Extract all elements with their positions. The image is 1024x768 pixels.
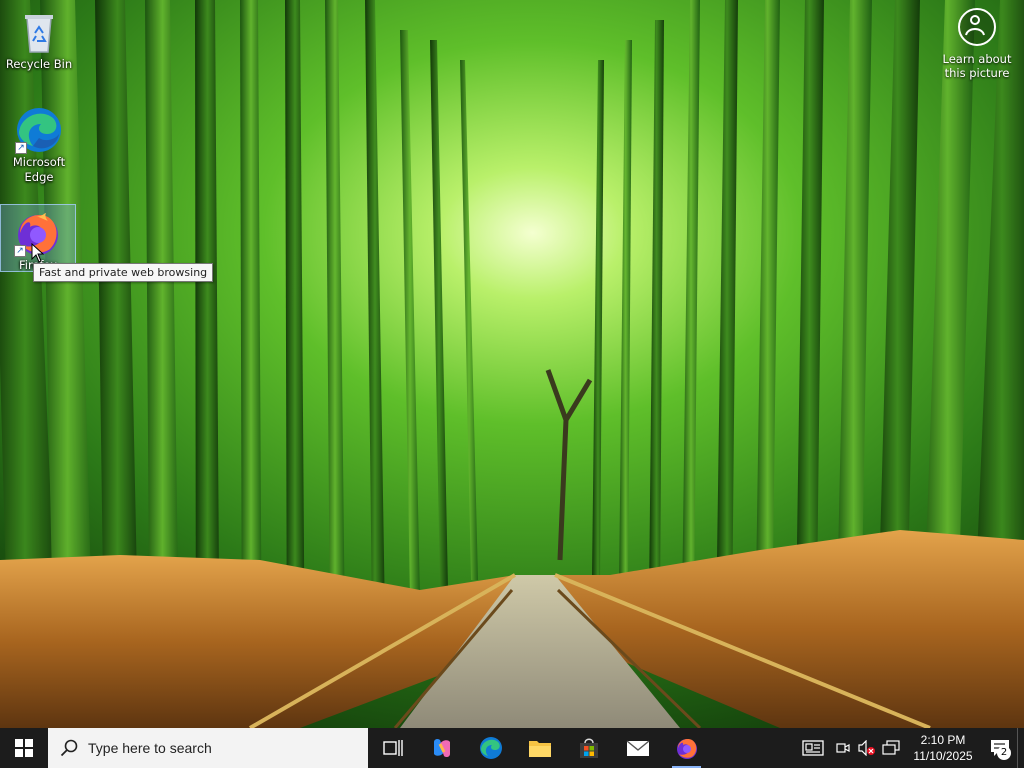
tooltip: Fast and private web browsing xyxy=(33,263,214,282)
folder-icon xyxy=(528,741,551,757)
volume-muted-icon xyxy=(858,740,875,756)
desktop-icon-recycle-bin[interactable]: Recycle Bin xyxy=(1,4,77,76)
network-button[interactable] xyxy=(879,728,903,768)
mail-button[interactable] xyxy=(613,728,662,768)
taskbar-firefox-button[interactable] xyxy=(662,728,711,768)
firefox-icon xyxy=(676,738,697,759)
edge-icon xyxy=(479,737,502,759)
learn-about-picture-button[interactable]: Learn about this picture xyxy=(936,8,1018,80)
task-view-icon xyxy=(382,740,403,756)
windows-logo-icon xyxy=(15,739,33,757)
camera-info-icon xyxy=(958,8,996,46)
microsoft-store-button[interactable] xyxy=(564,728,613,768)
action-center-button[interactable]: 2 xyxy=(983,728,1017,768)
start-button[interactable] xyxy=(0,728,48,768)
learn-about-picture-label: Learn about this picture xyxy=(942,52,1012,80)
recycle-bin-icon xyxy=(15,8,63,56)
clock-date: 11/10/2025 xyxy=(913,749,973,763)
taskbar-edge-button[interactable] xyxy=(466,728,515,768)
shortcut-arrow-icon: ↗ xyxy=(15,142,27,154)
camera-icon xyxy=(836,743,850,753)
volume-button[interactable] xyxy=(855,728,879,768)
desktop-icon-label: Recycle Bin xyxy=(5,57,73,71)
meet-now-button[interactable] xyxy=(831,728,855,768)
copilot-icon xyxy=(433,738,450,758)
taskbar-clock[interactable]: 2:10 PM 11/10/2025 xyxy=(903,732,983,764)
search-placeholder: Type here to search xyxy=(88,740,212,756)
task-view-button[interactable] xyxy=(368,728,417,768)
taskbar-search-box[interactable]: Type here to search xyxy=(48,728,368,768)
news-widget-button[interactable] xyxy=(795,728,831,768)
file-explorer-button[interactable] xyxy=(515,728,564,768)
shortcut-arrow-icon: ↗ xyxy=(14,245,26,257)
network-icon xyxy=(882,740,900,755)
system-tray: 2:10 PM 11/10/2025 2 xyxy=(795,728,1024,768)
mail-icon xyxy=(626,740,649,756)
search-icon xyxy=(60,739,78,757)
notification-count-badge: 2 xyxy=(997,746,1011,760)
desktop-wallpaper xyxy=(0,0,1024,728)
taskbar: Type here to search 2:10 PM 11/10/2025 2 xyxy=(0,728,1024,768)
show-desktop-button[interactable] xyxy=(1017,728,1024,768)
copilot-button[interactable] xyxy=(417,728,466,768)
desktop-icon-microsoft-edge[interactable]: ↗ Microsoft Edge xyxy=(1,102,77,188)
edge-icon: ↗ xyxy=(15,106,63,154)
store-icon xyxy=(579,738,598,758)
news-icon xyxy=(802,740,824,756)
clock-time: 2:10 PM xyxy=(920,733,966,747)
desktop-icon-label: Microsoft Edge xyxy=(12,155,66,184)
